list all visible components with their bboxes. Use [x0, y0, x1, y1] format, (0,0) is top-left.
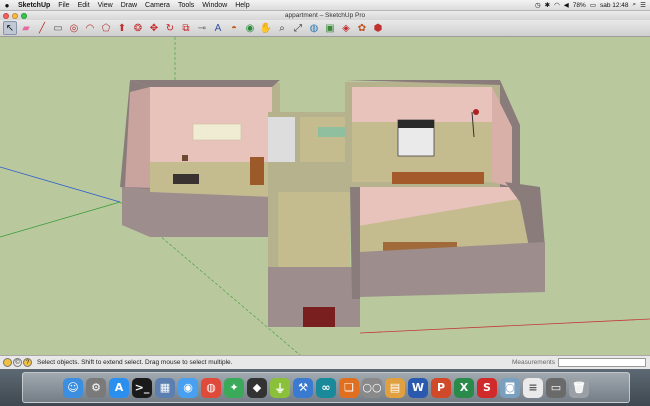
- image-capture-icon[interactable]: ▭: [546, 377, 566, 398]
- terminal-icon[interactable]: >_: [132, 377, 152, 398]
- menu-draw[interactable]: Draw: [117, 2, 141, 9]
- circle-icon[interactable]: ◎: [67, 21, 81, 35]
- measurements-label: Measurements: [512, 359, 555, 366]
- spotlight-icon[interactable]: ⌕: [633, 1, 637, 9]
- living-room-top-wall: [130, 80, 280, 87]
- select-arrow-icon[interactable]: ↖: [3, 21, 17, 35]
- clock[interactable]: sab 12:48: [600, 2, 629, 9]
- rectangle-icon[interactable]: ▭: [51, 21, 65, 35]
- polygon-icon[interactable]: ⬠: [99, 21, 113, 35]
- kitchen-counter[interactable]: [318, 127, 346, 137]
- menu-window[interactable]: Window: [198, 2, 231, 9]
- help-icon[interactable]: ?: [23, 358, 32, 367]
- zoom-extents-icon[interactable]: ⤢: [291, 21, 305, 35]
- text-icon[interactable]: A: [211, 21, 225, 35]
- menu-camera[interactable]: Camera: [141, 2, 174, 9]
- unity-icon[interactable]: ◆: [247, 377, 267, 398]
- apple-menu-icon[interactable]: ●: [0, 1, 14, 10]
- sketchup-desktop: ● SketchUp File Edit View Draw Camera Tools Win…: [0, 0, 650, 406]
- bedroom-back-wall: [352, 87, 492, 122]
- arduino-icon[interactable]: ∞: [316, 377, 336, 398]
- dining-table[interactable]: [173, 174, 199, 184]
- dining-chair[interactable]: [182, 155, 188, 161]
- bluetooth-icon[interactable]: ✱: [545, 1, 550, 9]
- finder-icon[interactable]: ☺: [63, 377, 83, 398]
- menu-tools[interactable]: Tools: [174, 2, 198, 9]
- extension-warehouse-icon[interactable]: ⬢: [371, 21, 385, 35]
- status-menus: ◷ ✱ ◠ ◀ 78% ▭ sab 12:48 ⌕ ☰: [535, 1, 650, 9]
- dock-area: ☺ ⚙ A >_ ▦ ◉ ◍ ✦ ◆ ⏚ ⚒ ∞ ❏ ○○ ▤ W P X S ◙ ≡ ▭ 🗑: [0, 369, 650, 406]
- battery-icon: ▭: [589, 2, 596, 9]
- scale-icon[interactable]: ⧉: [179, 21, 193, 35]
- tape-measure-icon[interactable]: ⊸: [195, 21, 209, 35]
- modeling-viewport[interactable]: [0, 37, 650, 355]
- sketchup-pro-icon[interactable]: S: [477, 377, 497, 398]
- pan-icon[interactable]: ✋: [259, 21, 273, 35]
- menu-items: SketchUp File Edit View Draw Camera Tools Windo…: [14, 2, 254, 9]
- warehouse-icon[interactable]: ▣: [323, 21, 337, 35]
- camera-icon[interactable]: ◙: [500, 377, 520, 398]
- hallway-floor: [278, 192, 350, 267]
- window-title: appartment – SketchUp Pro: [284, 12, 366, 19]
- excel-icon[interactable]: X: [454, 377, 474, 398]
- zoom-icon[interactable]: ⌕: [275, 21, 289, 35]
- sketchup-icon[interactable]: ❏: [339, 377, 359, 398]
- menu-file[interactable]: File: [54, 2, 73, 9]
- tv-cabinet[interactable]: [250, 157, 264, 185]
- preview-icon[interactable]: ▦: [155, 377, 175, 398]
- powerpoint-icon[interactable]: P: [431, 377, 451, 398]
- wardrobe[interactable]: [392, 172, 484, 184]
- xcode-icon[interactable]: ⚒: [293, 377, 313, 398]
- notification-center-icon[interactable]: ☰: [640, 1, 646, 9]
- eraser-icon[interactable]: ▰: [19, 21, 33, 35]
- volume-icon[interactable]: ◀: [564, 1, 569, 9]
- geo-location-icon[interactable]: [3, 358, 12, 367]
- apartment-model[interactable]: [0, 37, 650, 355]
- front-door[interactable]: [303, 307, 335, 327]
- menu-edit[interactable]: Edit: [74, 2, 94, 9]
- push-pull-icon[interactable]: ⬆: [115, 21, 129, 35]
- status-hint: Select objects. Shift to extend select. …: [37, 359, 233, 366]
- trash-icon[interactable]: 🗑: [569, 377, 589, 398]
- pencil-line-icon[interactable]: ╱: [35, 21, 49, 35]
- previous-view-icon[interactable]: ◍: [307, 21, 321, 35]
- document-icon[interactable]: ≡: [523, 377, 543, 398]
- tools-toolbar: ↖ ▰ ╱ ▭ ◎ ◠ ⬠ ⬆ ❂ ✥ ↻ ⧉ ⊸ A ◓ ◉ ✋ ⌕ ⤢ ◍ ▣ ◈ ✿ ⬢: [0, 20, 650, 37]
- kitchen-floor: [300, 117, 350, 162]
- window-title-bar[interactable]: appartment – SketchUp Pro: [0, 11, 650, 20]
- preview-glasses-icon[interactable]: ○○: [362, 377, 382, 398]
- system-preferences-icon[interactable]: ⚙: [86, 377, 106, 398]
- rotate-icon[interactable]: ↻: [163, 21, 177, 35]
- ibooks-icon[interactable]: ▤: [385, 377, 405, 398]
- wifi-icon[interactable]: ◠: [554, 1, 560, 9]
- move-icon[interactable]: ✥: [147, 21, 161, 35]
- follow-me-icon[interactable]: ❂: [131, 21, 145, 35]
- menu-help[interactable]: Help: [231, 2, 253, 9]
- sofa[interactable]: [192, 123, 242, 141]
- share-model-icon[interactable]: ◈: [339, 21, 353, 35]
- arc-icon[interactable]: ◠: [83, 21, 97, 35]
- battery-percent[interactable]: 78%: [573, 2, 586, 9]
- menu-sketchup[interactable]: SketchUp: [14, 2, 54, 9]
- app-store-icon[interactable]: A: [109, 377, 129, 398]
- chrome-icon[interactable]: ◍: [201, 377, 221, 398]
- orbit-icon[interactable]: ◉: [243, 21, 257, 35]
- bed-headboard: [398, 120, 434, 128]
- credits-icon[interactable]: ©: [13, 358, 22, 367]
- measurements-input[interactable]: [558, 358, 646, 367]
- messages-icon[interactable]: ◉: [178, 377, 198, 398]
- maps-icon[interactable]: ✦: [224, 377, 244, 398]
- components-icon[interactable]: ✿: [355, 21, 369, 35]
- word-icon[interactable]: W: [408, 377, 428, 398]
- android-file-transfer-icon[interactable]: ⏚: [270, 377, 290, 398]
- bathroom: [268, 117, 295, 162]
- floor-lamp-shade: [473, 109, 479, 115]
- paint-bucket-icon[interactable]: ◓: [227, 21, 241, 35]
- menu-bar: ● SketchUp File Edit View Draw Camera Tools Win…: [0, 0, 650, 11]
- status-bar: © ? Select objects. Shift to extend sele…: [0, 355, 650, 369]
- dock: ☺ ⚙ A >_ ▦ ◉ ◍ ✦ ◆ ⏚ ⚒ ∞ ❏ ○○ ▤ W P X S ◙ ≡ ▭ 🗑: [22, 372, 630, 403]
- menu-view[interactable]: View: [94, 2, 117, 9]
- time-machine-icon[interactable]: ◷: [535, 1, 541, 9]
